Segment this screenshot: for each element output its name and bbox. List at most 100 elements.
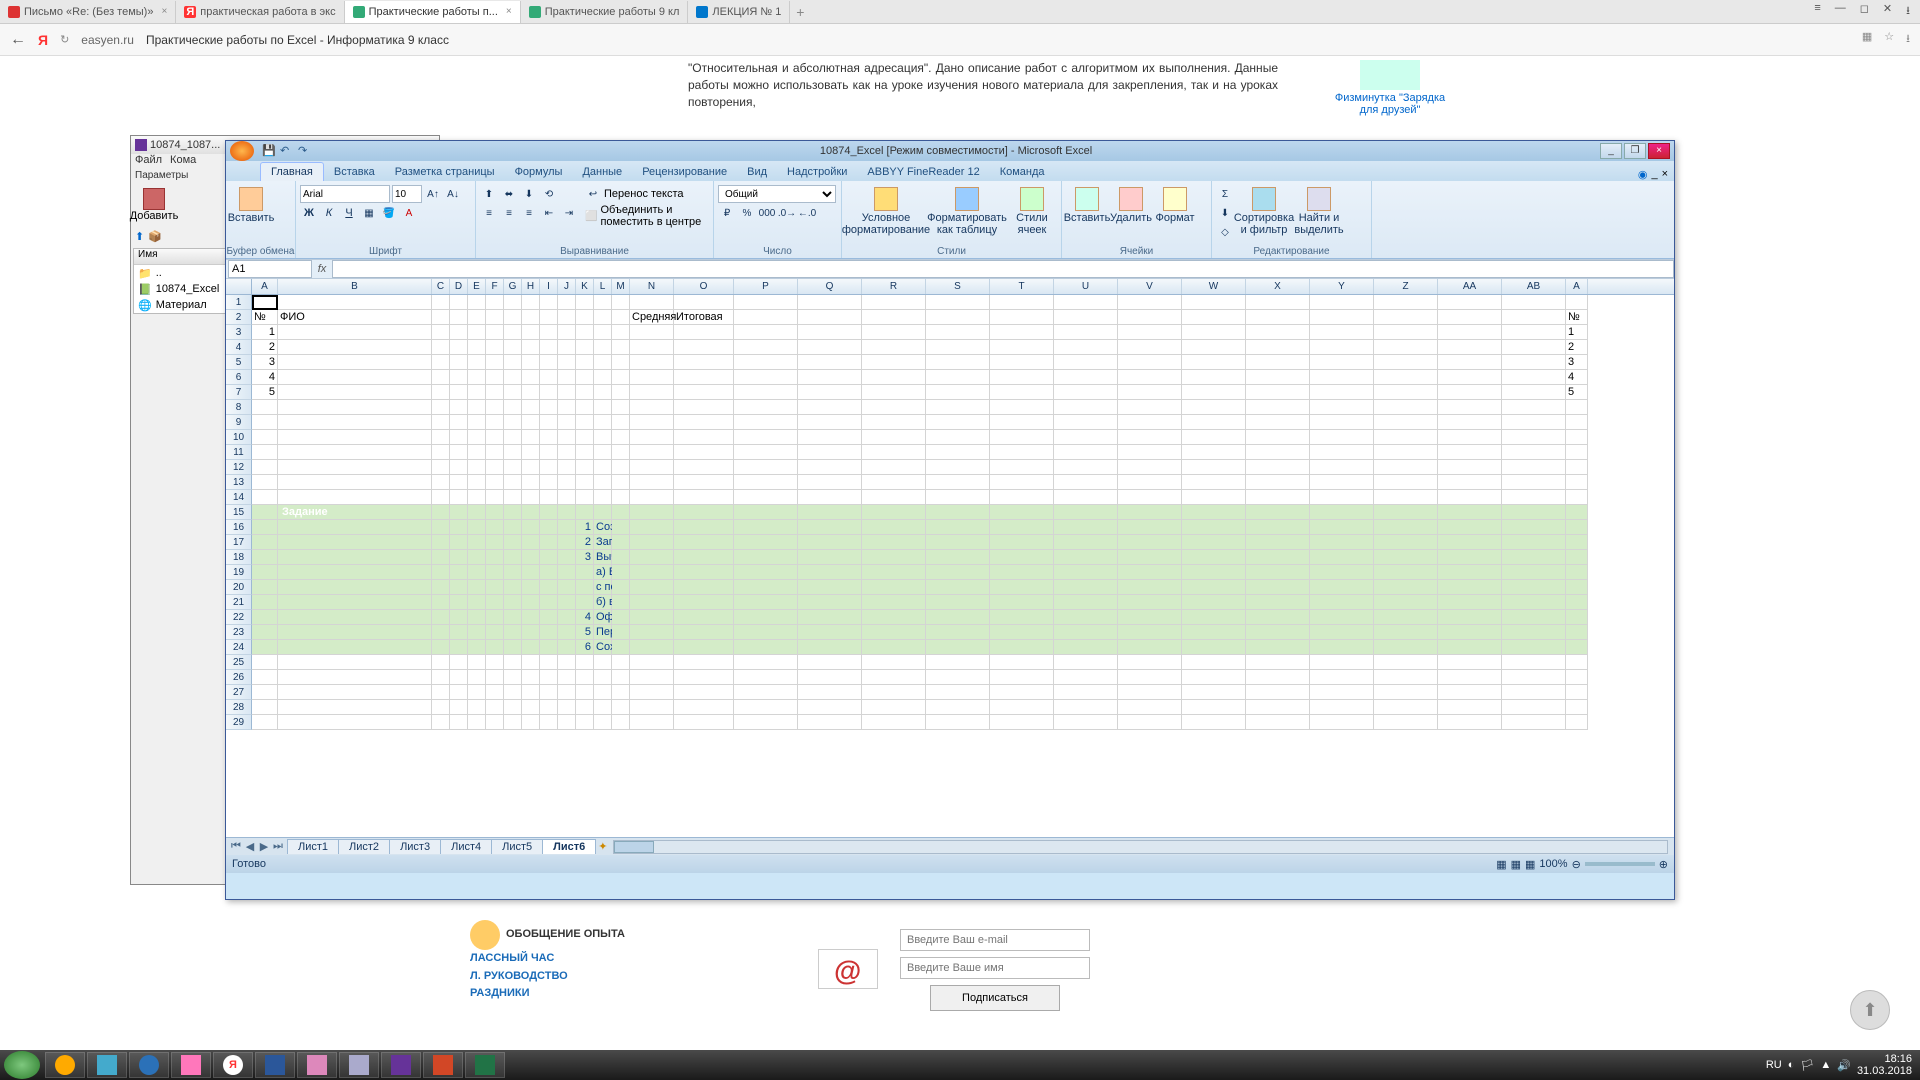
cell[interactable] bbox=[1118, 430, 1182, 445]
cell[interactable] bbox=[1310, 310, 1374, 325]
menu-icon[interactable]: ≡ bbox=[1814, 2, 1820, 21]
cell[interactable] bbox=[990, 520, 1054, 535]
cell[interactable] bbox=[450, 355, 468, 370]
cell[interactable] bbox=[1118, 445, 1182, 460]
cell[interactable] bbox=[432, 685, 450, 700]
cell[interactable] bbox=[630, 715, 674, 730]
cell[interactable] bbox=[612, 685, 630, 700]
cell[interactable] bbox=[576, 685, 594, 700]
cell[interactable] bbox=[522, 655, 540, 670]
cell[interactable] bbox=[1310, 355, 1374, 370]
cell[interactable]: Переименуйте Лист6 в "Журнал" bbox=[594, 625, 612, 640]
cell[interactable] bbox=[540, 535, 558, 550]
cell[interactable] bbox=[278, 475, 432, 490]
cell[interactable] bbox=[252, 595, 278, 610]
cell[interactable] bbox=[576, 400, 594, 415]
cell[interactable] bbox=[594, 700, 612, 715]
cell[interactable] bbox=[432, 640, 450, 655]
cell[interactable] bbox=[450, 385, 468, 400]
cell[interactable] bbox=[1566, 535, 1588, 550]
cell[interactable] bbox=[926, 340, 990, 355]
cell[interactable] bbox=[798, 445, 862, 460]
cell[interactable] bbox=[1182, 355, 1246, 370]
tab-home[interactable]: Главная bbox=[260, 162, 324, 181]
col-header[interactable]: A bbox=[1566, 279, 1588, 294]
cell[interactable] bbox=[450, 490, 468, 505]
cell[interactable] bbox=[862, 685, 926, 700]
cell[interactable] bbox=[926, 460, 990, 475]
cell[interactable] bbox=[1246, 460, 1310, 475]
fx-icon[interactable]: fx bbox=[312, 263, 332, 275]
cell[interactable] bbox=[1246, 670, 1310, 685]
indent-dec-icon[interactable]: ⇤ bbox=[540, 204, 558, 222]
cell[interactable] bbox=[1310, 580, 1374, 595]
cell[interactable] bbox=[450, 610, 468, 625]
cell[interactable] bbox=[278, 445, 432, 460]
col-header[interactable]: F bbox=[486, 279, 504, 294]
cell[interactable] bbox=[1374, 445, 1438, 460]
cell[interactable] bbox=[990, 685, 1054, 700]
cell[interactable] bbox=[522, 310, 540, 325]
cell[interactable] bbox=[1502, 520, 1566, 535]
cell[interactable] bbox=[252, 655, 278, 670]
cell[interactable] bbox=[612, 460, 630, 475]
cell[interactable] bbox=[486, 685, 504, 700]
col-header[interactable]: AB bbox=[1502, 279, 1566, 294]
cell[interactable] bbox=[450, 520, 468, 535]
cell[interactable] bbox=[468, 715, 486, 730]
cell[interactable] bbox=[486, 625, 504, 640]
cell[interactable] bbox=[630, 550, 674, 565]
cell[interactable]: Средняя bbox=[630, 310, 674, 325]
cell[interactable] bbox=[1246, 595, 1310, 610]
cell[interactable] bbox=[630, 640, 674, 655]
cell[interactable] bbox=[432, 535, 450, 550]
cell[interactable] bbox=[468, 505, 486, 520]
tab-review[interactable]: Рецензирование bbox=[632, 163, 737, 181]
cell[interactable] bbox=[1374, 535, 1438, 550]
cell[interactable]: 2 bbox=[1566, 340, 1588, 355]
row-header[interactable]: 18 bbox=[226, 550, 252, 565]
cell[interactable] bbox=[576, 655, 594, 670]
cell[interactable] bbox=[990, 400, 1054, 415]
cell[interactable] bbox=[1310, 475, 1374, 490]
cell[interactable]: 3 bbox=[1566, 355, 1588, 370]
cell[interactable] bbox=[1246, 325, 1310, 340]
cell[interactable] bbox=[504, 295, 522, 310]
cell[interactable] bbox=[504, 415, 522, 430]
cell[interactable] bbox=[252, 400, 278, 415]
font-size-select[interactable] bbox=[392, 185, 422, 203]
cell[interactable] bbox=[486, 475, 504, 490]
cell[interactable] bbox=[278, 670, 432, 685]
cell[interactable] bbox=[734, 340, 798, 355]
cell[interactable] bbox=[990, 415, 1054, 430]
cell[interactable] bbox=[450, 295, 468, 310]
cell[interactable] bbox=[1054, 415, 1118, 430]
cell[interactable] bbox=[798, 715, 862, 730]
cell[interactable] bbox=[522, 700, 540, 715]
cell[interactable] bbox=[674, 415, 734, 430]
tab-abbyy[interactable]: ABBYY FineReader 12 bbox=[857, 163, 989, 181]
cell[interactable] bbox=[734, 565, 798, 580]
cell[interactable] bbox=[1566, 490, 1588, 505]
cell[interactable]: Создайте таблицу "Классный журнал" для 1… bbox=[594, 520, 612, 535]
cell[interactable] bbox=[1502, 505, 1566, 520]
cell[interactable] bbox=[1502, 610, 1566, 625]
cell[interactable] bbox=[486, 670, 504, 685]
cell[interactable] bbox=[450, 325, 468, 340]
cell[interactable] bbox=[1374, 370, 1438, 385]
cell[interactable] bbox=[450, 655, 468, 670]
cell[interactable] bbox=[862, 355, 926, 370]
cell[interactable] bbox=[926, 355, 990, 370]
cell[interactable] bbox=[468, 475, 486, 490]
align-left-icon[interactable]: ≡ bbox=[480, 204, 498, 222]
cell[interactable] bbox=[1118, 700, 1182, 715]
cell[interactable] bbox=[990, 460, 1054, 475]
cell[interactable] bbox=[630, 625, 674, 640]
cell[interactable] bbox=[862, 550, 926, 565]
cell[interactable] bbox=[1054, 370, 1118, 385]
cell[interactable]: Сохраните документ bbox=[594, 640, 612, 655]
cell[interactable] bbox=[862, 610, 926, 625]
cell[interactable] bbox=[540, 370, 558, 385]
cell[interactable] bbox=[1182, 325, 1246, 340]
cell[interactable] bbox=[558, 400, 576, 415]
